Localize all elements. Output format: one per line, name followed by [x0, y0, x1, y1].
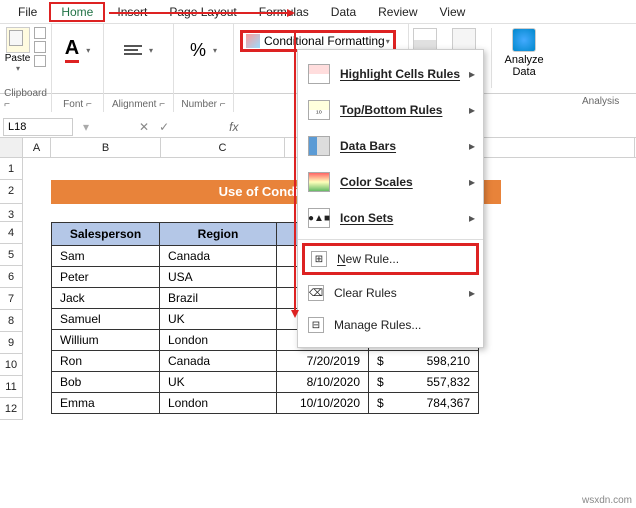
- paste-icon[interactable]: [6, 27, 30, 53]
- row-header[interactable]: 5: [0, 244, 23, 266]
- font-color-icon[interactable]: A: [65, 37, 79, 63]
- table-row[interactable]: EmmaLondon10/10/2020$784,367: [52, 393, 479, 414]
- select-all-corner[interactable]: [0, 138, 23, 157]
- menu-data[interactable]: Data: [321, 2, 366, 22]
- row-header[interactable]: 11: [0, 376, 23, 398]
- menu-review[interactable]: Review: [368, 2, 427, 22]
- cancel-icon[interactable]: ✕: [139, 120, 149, 134]
- menu-manage-rules[interactable]: ⊟ Manage Rules...: [298, 309, 483, 341]
- menu-label: Clear Rules: [334, 286, 473, 300]
- namebox-dropdown-icon[interactable]: ▾: [83, 120, 89, 134]
- menu-label: Top/Bottom Rules: [340, 103, 473, 117]
- analyze-data-button[interactable]: Analyze Data: [502, 28, 546, 93]
- submenu-arrow-icon: ▸: [469, 211, 475, 225]
- menu-file[interactable]: File: [8, 2, 47, 22]
- table-row[interactable]: RonCanada7/20/2019$598,210: [52, 351, 479, 372]
- menu-clear-rules[interactable]: ⌫ Clear Rules ▸: [298, 277, 483, 309]
- column-header-b[interactable]: B: [51, 138, 161, 157]
- menubar: File Home Insert Page Layout Formulas Da…: [0, 0, 636, 24]
- format-painter-icon[interactable]: [34, 55, 46, 67]
- row-header[interactable]: 1: [0, 158, 23, 180]
- conditional-formatting-menu: Highlight Cells Rules ▸ ₁₀ Top/Bottom Ru…: [297, 49, 484, 348]
- font-label: Font ⌐: [63, 97, 92, 112]
- menu-color-scales[interactable]: Color Scales ▸: [298, 164, 483, 200]
- name-box[interactable]: [3, 118, 73, 136]
- th-salesperson[interactable]: Salesperson: [52, 223, 160, 246]
- row-headers: 1 2 3 4 5 6 7 8 9 10 11 12: [0, 158, 23, 420]
- enter-icon[interactable]: ✓: [159, 120, 169, 134]
- menu-data-bars[interactable]: Data Bars ▸: [298, 128, 483, 164]
- row-header[interactable]: 12: [0, 398, 23, 420]
- menu-label: Manage Rules...: [334, 318, 473, 332]
- annotation-arrow: [109, 12, 289, 14]
- number-group: %▾ Number ⌐: [174, 24, 234, 112]
- new-rule-icon: ⊞: [311, 251, 327, 267]
- copy-icon[interactable]: [34, 41, 46, 53]
- paste-label: Paste: [5, 53, 31, 64]
- row-header[interactable]: 7: [0, 288, 23, 310]
- submenu-arrow-icon: ▸: [469, 67, 475, 81]
- submenu-arrow-icon: ▸: [469, 139, 475, 153]
- row-header[interactable]: 9: [0, 332, 23, 354]
- analyze-data-label: Analyze Data: [502, 54, 546, 78]
- table-row[interactable]: BobUK8/10/2020$557,832: [52, 372, 479, 393]
- alignment-group: ▾ Alignment ⌐: [104, 24, 174, 112]
- conditional-formatting-icon: [246, 34, 260, 48]
- number-label: Number ⌐: [181, 97, 225, 112]
- menu-label: Color Scales: [340, 175, 473, 189]
- column-header-c[interactable]: C: [161, 138, 285, 157]
- fx-icon[interactable]: fx: [229, 120, 238, 134]
- highlight-cells-icon: [308, 64, 330, 84]
- clipboard-label: Clipboard ⌐: [4, 86, 47, 112]
- analyze-data-icon: [512, 28, 536, 52]
- row-header[interactable]: 4: [0, 222, 23, 244]
- menu-label: New Rule...: [337, 252, 470, 266]
- menu-label: Highlight Cells Rules: [340, 67, 473, 81]
- annotation-arrow: [294, 30, 296, 312]
- th-region[interactable]: Region: [160, 223, 277, 246]
- row-header[interactable]: 3: [0, 204, 23, 222]
- percent-icon[interactable]: %: [190, 40, 206, 61]
- menu-view[interactable]: View: [430, 2, 476, 22]
- menu-home[interactable]: Home: [49, 2, 105, 22]
- color-scales-icon: [308, 172, 330, 192]
- row-header[interactable]: 8: [0, 310, 23, 332]
- menu-label: Icon Sets: [340, 211, 473, 225]
- conditional-formatting-label: Conditional Formatting: [264, 34, 385, 48]
- menu-icon-sets[interactable]: ●▲■ Icon Sets ▸: [298, 200, 483, 236]
- manage-rules-icon: ⊟: [308, 317, 324, 333]
- analysis-label: Analysis: [582, 96, 619, 107]
- menu-new-rule[interactable]: ⊞ New Rule...: [302, 243, 479, 275]
- cut-icon[interactable]: [34, 27, 46, 39]
- submenu-arrow-icon: ▸: [469, 286, 475, 300]
- icon-sets-icon: ●▲■: [308, 208, 330, 228]
- menu-label: Data Bars: [340, 139, 473, 153]
- top-bottom-icon: ₁₀: [308, 100, 330, 120]
- data-bars-icon: [308, 136, 330, 156]
- alignment-label: Alignment ⌐: [112, 97, 165, 112]
- row-header[interactable]: 6: [0, 266, 23, 288]
- font-group: A▾ Font ⌐: [52, 24, 104, 112]
- align-icon[interactable]: [124, 43, 142, 57]
- clipboard-group: Paste ▾ Clipboard ⌐: [0, 24, 52, 112]
- submenu-arrow-icon: ▸: [469, 103, 475, 117]
- menu-top-bottom[interactable]: ₁₀ Top/Bottom Rules ▸: [298, 92, 483, 128]
- paste-dropdown-icon[interactable]: ▾: [16, 64, 20, 73]
- chevron-down-icon: ▾: [386, 37, 390, 46]
- column-header-a[interactable]: A: [23, 138, 51, 157]
- menu-highlight-cells[interactable]: Highlight Cells Rules ▸: [298, 56, 483, 92]
- watermark: wsxdn.com: [582, 495, 632, 506]
- clear-rules-icon: ⌫: [308, 285, 324, 301]
- row-header[interactable]: 10: [0, 354, 23, 376]
- submenu-arrow-icon: ▸: [469, 175, 475, 189]
- row-header[interactable]: 2: [0, 180, 23, 204]
